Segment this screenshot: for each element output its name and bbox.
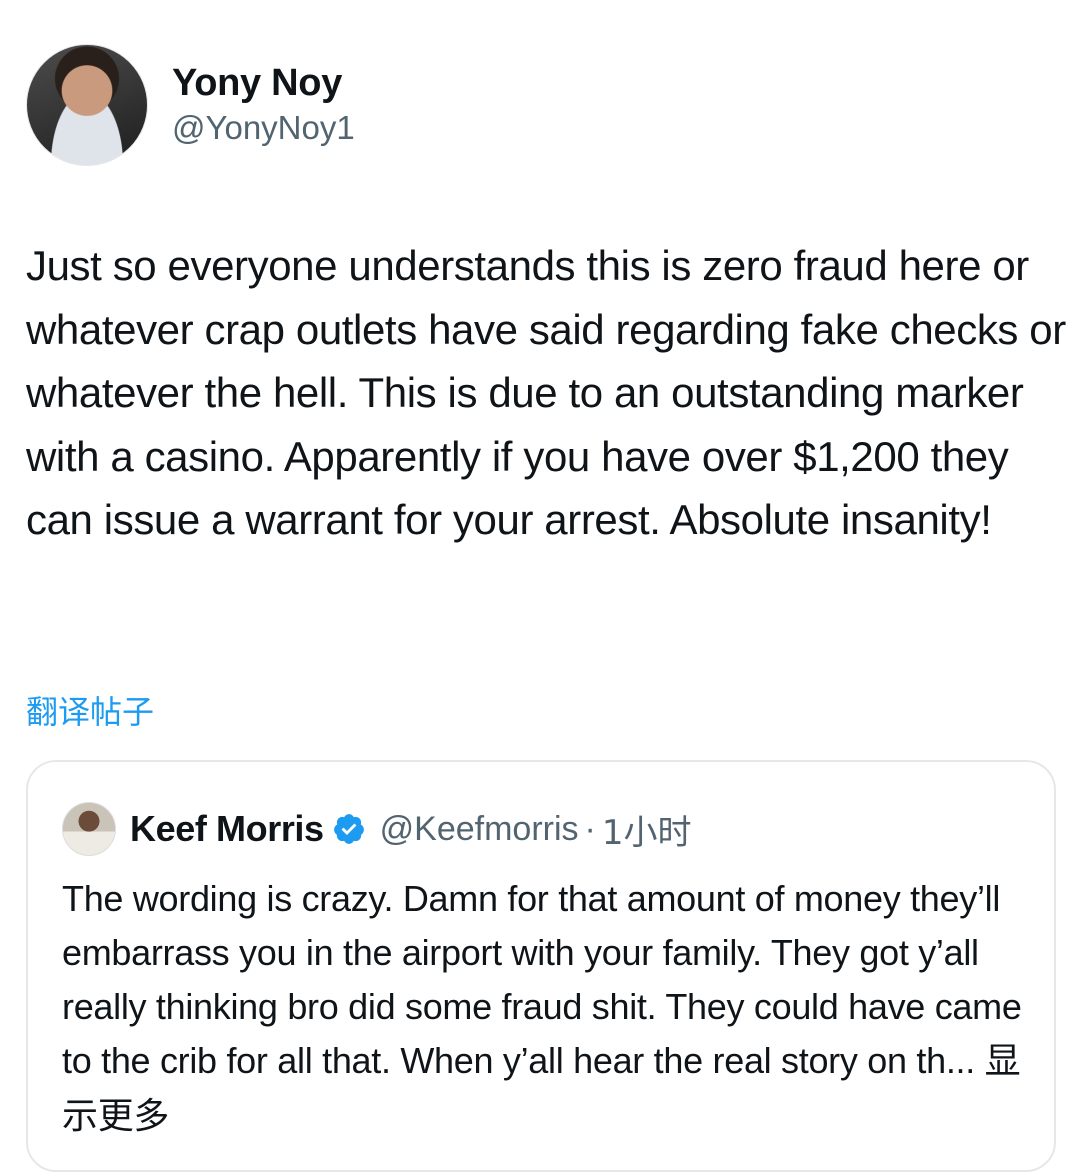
quoted-author-name[interactable]: Keef Morris [130, 808, 324, 850]
quoted-tweet-body: The wording is crazy. Damn for that amou… [62, 878, 1022, 1081]
quoted-tweet-header: Keef Morris @Keefmorris · 1小时 [62, 802, 692, 856]
verified-badge-icon [333, 814, 364, 844]
tweet-text: Just so everyone understands this is zer… [26, 242, 1066, 543]
quoted-author-handle[interactable]: @Keefmorris [380, 810, 579, 849]
author-display-name[interactable]: Yony Noy [172, 60, 355, 106]
author-names: Yony Noy @YonyNoy1 [172, 60, 355, 150]
quoted-tweet-time[interactable]: 1小时 [602, 805, 692, 854]
quoted-author-avatar[interactable] [62, 802, 116, 856]
quoted-tweet-text: The wording is crazy. Damn for that amou… [62, 872, 1032, 1144]
separator-dot: · [584, 809, 596, 848]
author-avatar[interactable] [26, 44, 148, 166]
tweet-header: Yony Noy @YonyNoy1 [26, 44, 355, 166]
tweet-page: Yony Noy @YonyNoy1 Just so everyone unde… [0, 0, 1080, 1176]
quoted-tweet-card[interactable]: Keef Morris @Keefmorris · 1小时 The wordin… [26, 760, 1056, 1172]
author-handle[interactable]: @YonyNoy1 [172, 106, 355, 150]
translate-post-link[interactable]: 翻译帖子 [26, 690, 154, 734]
